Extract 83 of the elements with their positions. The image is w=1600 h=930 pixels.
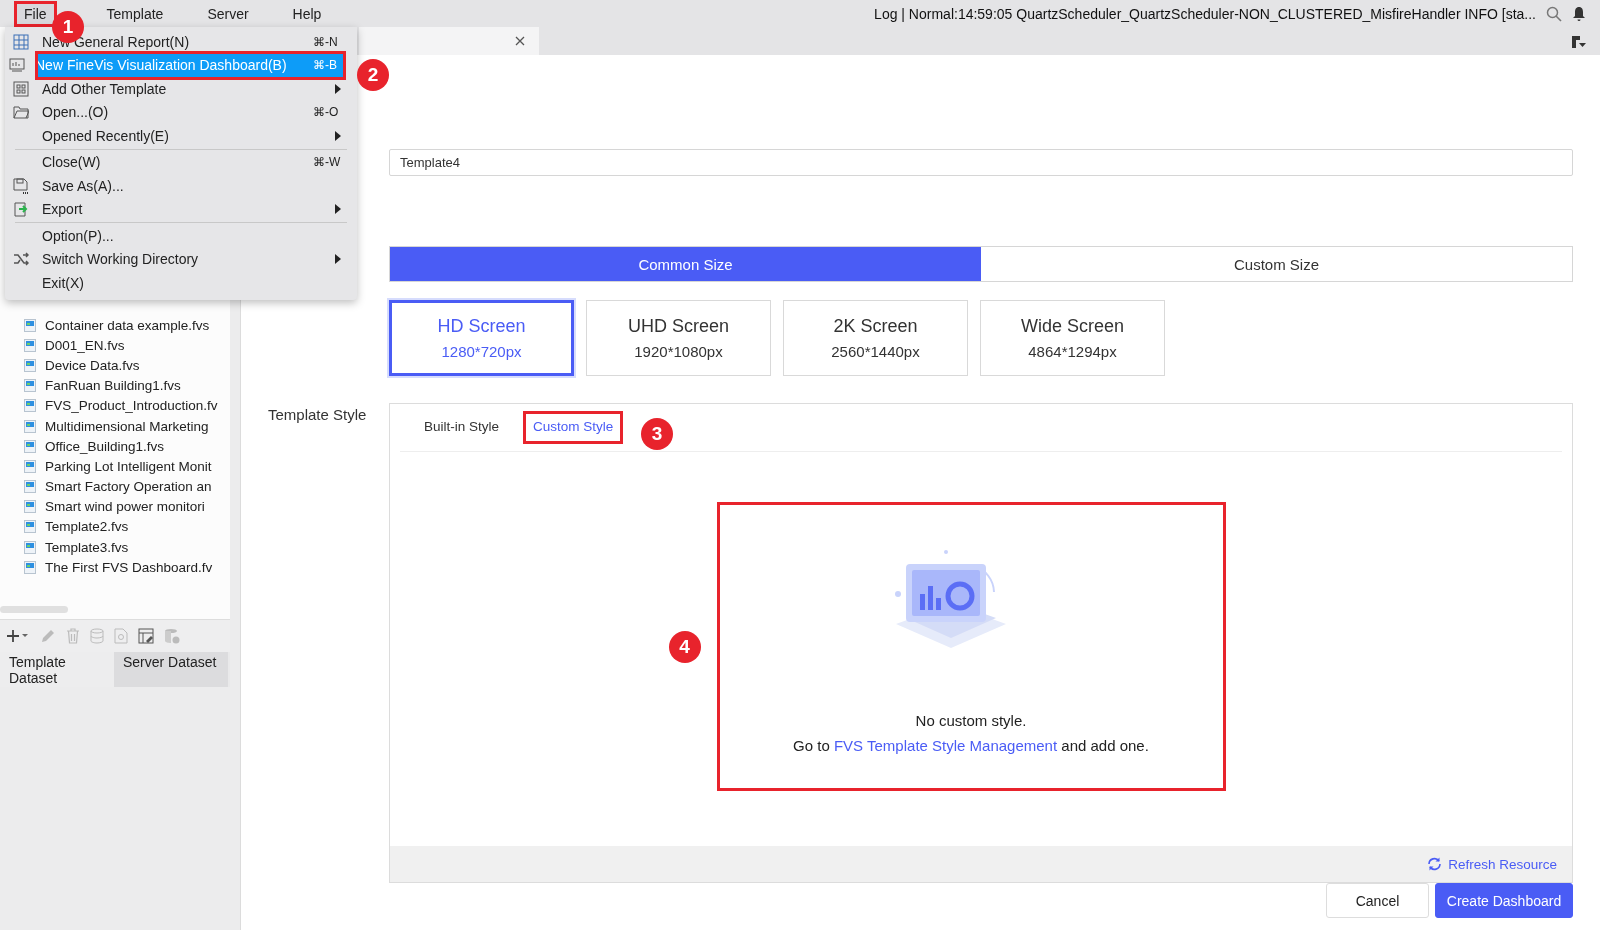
screen-name: UHD Screen [628, 316, 729, 337]
refresh-icon[interactable] [1427, 857, 1443, 871]
callout-badge: 3 [641, 418, 674, 450]
file-name[interactable]: FanRuan Building1.fvs [45, 378, 181, 394]
file-name[interactable]: Smart wind power monitori [45, 499, 205, 515]
search-icon[interactable] [1546, 5, 1562, 22]
monitor-icon [9, 57, 25, 74]
menu-option[interactable]: Switch Working Directory [9, 247, 343, 271]
screen-name: Wide Screen [1020, 316, 1124, 337]
log-message: Log | Normal:14:59:05 QuartzScheduler_QuartzScheduler-NON_CLUSTERED_MisfireHandler INFO [sta... [874, 5, 1536, 22]
file-icon [24, 540, 36, 554]
file-icon [24, 520, 36, 534]
file-name[interactable]: Device Data.fvs [45, 357, 140, 373]
style-management-link[interactable]: FVS Template Style Management [833, 737, 1058, 754]
screen-name: HD Screen [437, 316, 526, 337]
screen-resolution: 4864*1294px [1028, 343, 1117, 360]
bell-icon[interactable] [1572, 5, 1586, 22]
menu-option[interactable]: Add Other Template [9, 77, 343, 101]
file-icon [24, 560, 36, 574]
screen-resolution: 1920*1080px [634, 343, 723, 360]
file-name[interactable]: Smart Factory Operation an [45, 479, 212, 495]
folder-icon [13, 104, 29, 121]
style-tab[interactable]: Custom Style [523, 411, 624, 444]
file-name[interactable]: Template3.fvs [45, 539, 129, 555]
file-icon [24, 338, 36, 352]
file-icon [24, 500, 36, 514]
empty-state-title: No custom style. [915, 712, 1027, 729]
callout-badge: 2 [357, 58, 389, 91]
style-tab[interactable]: Built-in Style [414, 411, 510, 444]
file-icon [24, 480, 36, 494]
file-icon [24, 419, 36, 433]
menu-item[interactable]: Help [284, 2, 330, 25]
file-name[interactable]: D001_EN.fvs [45, 337, 125, 353]
menu-option[interactable]: Open...(O) ⌘-O [9, 100, 343, 124]
menu-option[interactable]: Export [9, 197, 343, 221]
floppy-icon [13, 177, 29, 194]
file-name[interactable]: The First FVS Dashboard.fv [45, 559, 213, 575]
file-name[interactable]: Office_Building1.fvs [45, 438, 165, 454]
add-icon[interactable] [6, 628, 30, 644]
file-name[interactable]: Multidimensional Marketing [45, 418, 209, 434]
name-field[interactable]: Template4 [389, 149, 1573, 176]
screen-resolution: 1280*720px [441, 343, 522, 360]
dataset-tab[interactable]: Template Dataset [0, 652, 114, 687]
menu-option[interactable]: Opened Recently(E) [9, 124, 343, 148]
screen-resolution: 2560*1440px [831, 343, 920, 360]
menu-option[interactable]: Option(P)... [9, 224, 343, 248]
menu-item[interactable]: File [16, 2, 55, 25]
shuffle-icon [13, 251, 29, 268]
create-button[interactable]: Create Dashboard [1435, 883, 1573, 918]
screen-size-option[interactable]: Wide Screen 4864*1294px [980, 300, 1165, 376]
refresh-link[interactable]: Refresh Resource [1427, 856, 1557, 872]
menu-item[interactable]: Server [199, 2, 257, 25]
table-edit-icon[interactable] [138, 628, 154, 644]
tiles-icon [13, 80, 29, 97]
grid-icon [13, 33, 29, 50]
file-icon [24, 318, 36, 332]
screen-size-option[interactable]: 2K Screen 2560*1440px [783, 300, 968, 376]
file-name[interactable]: Parking Lot Intelligent Monit [45, 458, 212, 474]
file-icon [24, 399, 36, 413]
empty-state-hint: Go to FVS Template Style Management and add one. [793, 737, 1149, 754]
export-icon [13, 201, 29, 218]
file-name[interactable]: FVS_Product_Introduction.fv [45, 398, 218, 414]
file-icon [24, 439, 36, 453]
cancel-button[interactable]: Cancel [1326, 883, 1429, 918]
callout-badge: 4 [668, 630, 701, 663]
menu-item[interactable]: Template [98, 2, 172, 25]
scrollbar[interactable] [0, 606, 68, 613]
file-icon [24, 379, 36, 393]
file-name[interactable]: Template2.fvs [45, 519, 129, 535]
menu-option[interactable]: Close(W) ⌘-W [9, 150, 343, 174]
panel-dropdown-icon[interactable] [1572, 36, 1586, 48]
close-icon[interactable] [515, 36, 525, 46]
menu-option[interactable]: Save As(A)... [9, 174, 343, 198]
menu-option[interactable]: Exit(X) [9, 271, 343, 295]
file-name[interactable]: Container data example.fvs [45, 317, 210, 333]
size-mode-tab[interactable]: Common Size [390, 247, 981, 281]
screen-size-option[interactable]: HD Screen 1280*720px [389, 300, 574, 376]
file-icon [24, 358, 36, 372]
screen-size-option[interactable]: UHD Screen 1920*1080px [586, 300, 771, 376]
field-label: Template Style [268, 406, 367, 423]
dataset-tab[interactable]: Server Dataset [114, 652, 228, 687]
file-icon [24, 459, 36, 473]
screen-name: 2K Screen [833, 316, 918, 337]
